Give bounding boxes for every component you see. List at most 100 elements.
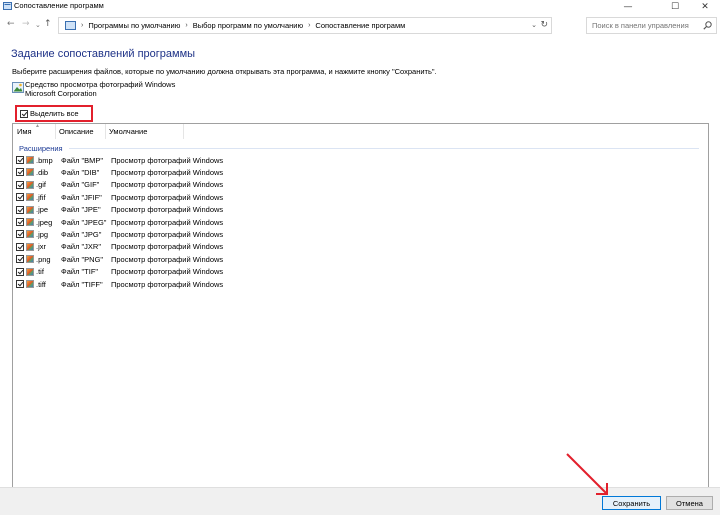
extension-name: .jpeg: [36, 217, 53, 227]
extension-description: Файл "BMP": [61, 155, 104, 165]
page-title: Задание сопоставлений программы: [11, 48, 196, 60]
checkbox-icon[interactable]: [16, 242, 24, 251]
extension-default: Просмотр фотографий Windows: [111, 229, 224, 239]
column-divider[interactable]: [183, 124, 184, 139]
list-item[interactable]: .dib Файл "DIB" Просмотр фотографий Window…: [16, 166, 316, 178]
breadcrumb-item[interactable]: Сопоставление программ: [315, 21, 405, 30]
breadcrumb[interactable]: › Программы по умолчанию › Выбор програм…: [58, 17, 552, 34]
page-description: Выберите расширения файлов, которые по у…: [12, 67, 437, 76]
cancel-button[interactable]: Отмена: [666, 496, 713, 510]
forward-arrow-icon[interactable]: →: [22, 19, 30, 29]
image-file-icon: [26, 193, 34, 202]
checkbox-icon[interactable]: [16, 280, 24, 288]
extension-description: Файл "GIF": [61, 180, 100, 190]
extension-description: Файл "DIB": [61, 167, 100, 177]
extension-default: Просмотр фотографий Windows: [111, 205, 224, 215]
control-panel-icon: [3, 2, 12, 10]
image-file-icon: [26, 218, 34, 226]
control-panel-icon: [65, 21, 76, 30]
extension-name: .gif: [36, 180, 47, 190]
up-arrow-icon[interactable]: ↑: [44, 19, 52, 29]
list-item[interactable]: .png Файл "PNG" Просмотр фотографий Window…: [16, 253, 316, 265]
checkbox-icon[interactable]: [16, 193, 24, 202]
list-item[interactable]: .jpeg Файл "JPEG" Просмотр фотографий Wind…: [16, 216, 316, 228]
checkbox-icon[interactable]: [16, 156, 24, 164]
extension-default: Просмотр фотографий Windows: [111, 279, 224, 289]
image-file-icon: [26, 205, 34, 214]
checkbox-icon[interactable]: [16, 267, 24, 276]
list-item[interactable]: .jfif Файл "JFIF" Просмотр фотографий Wind…: [16, 191, 316, 203]
image-file-icon: [26, 280, 34, 288]
extension-description: Файл "PNG": [61, 254, 104, 264]
search-icon[interactable]: [703, 21, 712, 30]
breadcrumb-item[interactable]: Программы по умолчанию: [88, 21, 180, 30]
photo-viewer-icon: [12, 82, 24, 93]
extension-description: Файл "TIF": [61, 267, 99, 277]
column-divider[interactable]: [55, 124, 56, 139]
extension-description: Файл "JPG": [61, 229, 102, 239]
extension-name: .jpe: [36, 205, 49, 215]
group-divider: [69, 148, 699, 149]
extension-default: Просмотр фотографий Windows: [111, 167, 224, 177]
extension-description: Файл "TIFF": [61, 279, 103, 289]
chevron-down-icon[interactable]: ⌄: [531, 21, 537, 29]
checkbox-icon[interactable]: [16, 180, 24, 189]
list-item[interactable]: .tif Файл "TIF" Просмотр фотографий Window…: [16, 266, 316, 278]
list-item[interactable]: .jpg Файл "JPG" Просмотр фотографий Window…: [16, 228, 316, 240]
address-bar: ← → ⌄ ↑ › Программы по умолчанию › Выбор…: [0, 14, 720, 36]
sort-up-icon: ▲: [35, 123, 40, 129]
extensions-list[interactable]: ▲ Имя Описание Умолчание Расширения .bmp…: [12, 123, 709, 508]
list-item[interactable]: .bmp Файл "BMP" Просмотр фотографий Window…: [16, 154, 316, 166]
extension-name: .tif: [36, 267, 44, 277]
checkbox-icon[interactable]: [16, 168, 24, 177]
extension-description: Файл "JXR": [61, 242, 102, 252]
checkbox-icon[interactable]: [20, 109, 28, 118]
list-item[interactable]: .jxr Файл "JXR" Просмотр фотографий Window…: [16, 241, 316, 253]
extension-name: .png: [36, 254, 51, 264]
list-item[interactable]: .jpe Файл "JPE" Просмотр фотографий Window…: [16, 204, 316, 216]
column-header-description[interactable]: Описание: [59, 127, 94, 136]
extension-default: Просмотр фотографий Windows: [111, 180, 224, 190]
list-item[interactable]: .tiff Файл "TIFF" Просмотр фотографий Wind…: [16, 278, 316, 290]
breadcrumb-item[interactable]: Выбор программ по умолчанию: [193, 21, 303, 30]
extension-name: .dib: [36, 167, 49, 177]
extension-description: Файл "JPE": [61, 205, 101, 215]
title-bar: Сопоставление программ — ☐ ✕: [0, 0, 720, 13]
image-file-icon: [26, 180, 34, 189]
maximize-button[interactable]: ☐: [660, 0, 690, 13]
close-button[interactable]: ✕: [690, 0, 720, 13]
program-company: Microsoft Corporation: [25, 89, 97, 98]
column-header-name[interactable]: Имя: [17, 127, 32, 136]
checkbox-icon[interactable]: [16, 205, 24, 214]
list-item[interactable]: .gif Файл "GIF" Просмотр фотографий Window…: [16, 179, 316, 191]
back-arrow-icon[interactable]: ←: [7, 19, 15, 29]
image-file-icon: [26, 255, 34, 264]
checkbox-icon[interactable]: [16, 255, 24, 264]
extension-default: Просмотр фотографий Windows: [111, 155, 224, 165]
group-header[interactable]: Расширения: [19, 144, 63, 153]
select-all-label[interactable]: Выделить все: [30, 109, 79, 118]
extension-description: Файл "JFIF": [61, 192, 102, 202]
image-file-icon: [26, 242, 34, 251]
minimize-button[interactable]: —: [613, 0, 643, 13]
save-button[interactable]: Сохранить: [602, 496, 661, 510]
checkbox-icon[interactable]: [16, 230, 24, 239]
chevron-right-icon[interactable]: ›: [185, 22, 187, 29]
select-all-checkbox[interactable]: Выделить все: [15, 105, 93, 122]
extension-name: .jxr: [36, 242, 46, 252]
column-header-default[interactable]: Умолчание: [109, 127, 147, 136]
checkbox-icon[interactable]: [16, 218, 24, 226]
search-input[interactable]: [592, 21, 697, 30]
column-divider[interactable]: [105, 124, 106, 139]
window-title: Сопоставление программ: [14, 1, 104, 10]
chevron-right-icon[interactable]: ›: [81, 22, 83, 29]
extension-default: Просмотр фотографий Windows: [111, 254, 224, 264]
extension-name: .tiff: [36, 279, 46, 289]
chevron-right-icon[interactable]: ›: [308, 22, 310, 29]
extension-default: Просмотр фотографий Windows: [111, 242, 224, 252]
image-file-icon: [26, 156, 34, 164]
search-box[interactable]: [586, 17, 717, 34]
refresh-icon[interactable]: ↻: [540, 20, 548, 30]
recent-locations-icon[interactable]: ⌄: [35, 20, 41, 30]
program-name: Средство просмотра фотографий Windows: [25, 80, 176, 89]
